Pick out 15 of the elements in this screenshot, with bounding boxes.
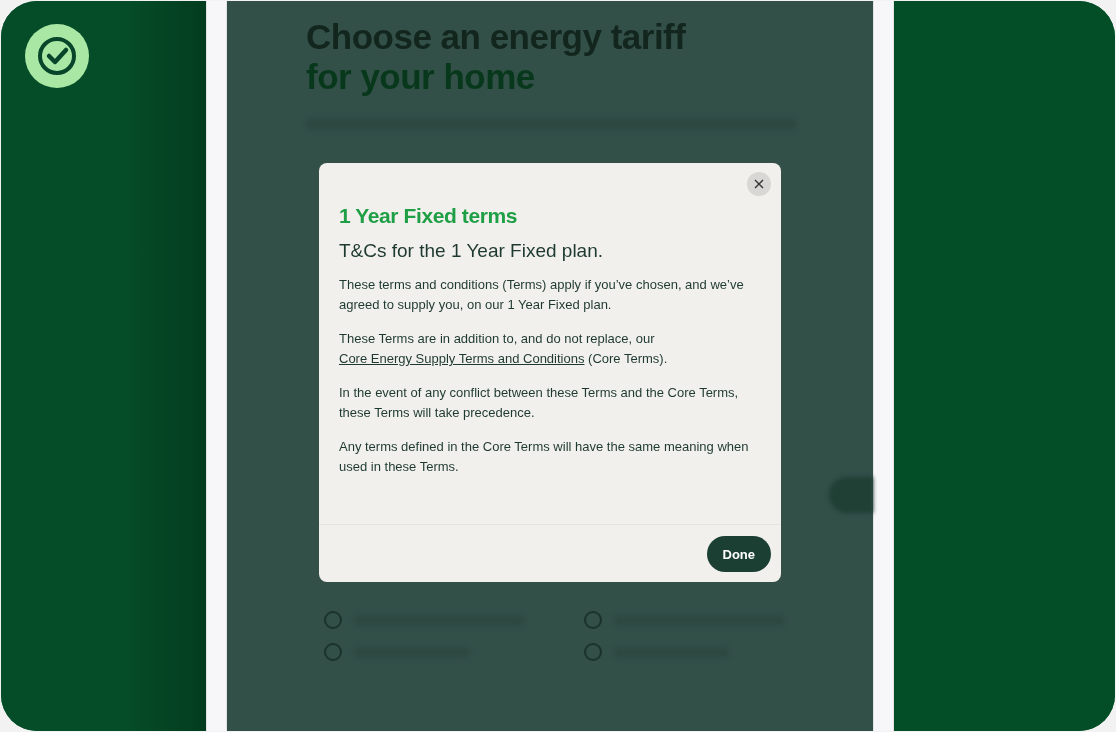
blurred-bullet-icon <box>324 643 342 661</box>
close-icon <box>754 179 764 189</box>
check-circle-icon <box>25 24 89 88</box>
terms-paragraph: In the event of any conflict between these Terms and the Core Terms, these Terms will take precedence. <box>339 384 740 422</box>
modal-subtitle: T&Cs for the 1 Year Fixed plan. <box>339 239 605 263</box>
close-button[interactable] <box>747 172 771 196</box>
blurred-bullet-icon <box>584 611 602 629</box>
done-button[interactable]: Done <box>706 536 771 572</box>
terms-paragraph: These terms and conditions (Terms) apply if you’ve chosen, and we’ve agreed to supply you, on our 1 Year Fixed plan. <box>339 276 745 314</box>
blurred-bullet-icon <box>324 611 342 629</box>
modal-title: 1 Year Fixed terms <box>339 203 518 229</box>
terms-paragraph: These Terms are in addition to, and do not replace, our Core Energy Supply Terms and Conditions (Core Terms). <box>339 330 669 368</box>
terms-paragraph: Any terms defined in the Core Terms will have the same meaning when used in these Terms. <box>339 438 750 476</box>
terms-link[interactable]: Core Energy Supply Terms and Conditions <box>339 351 585 366</box>
blurred-bullet-icon <box>584 643 602 661</box>
